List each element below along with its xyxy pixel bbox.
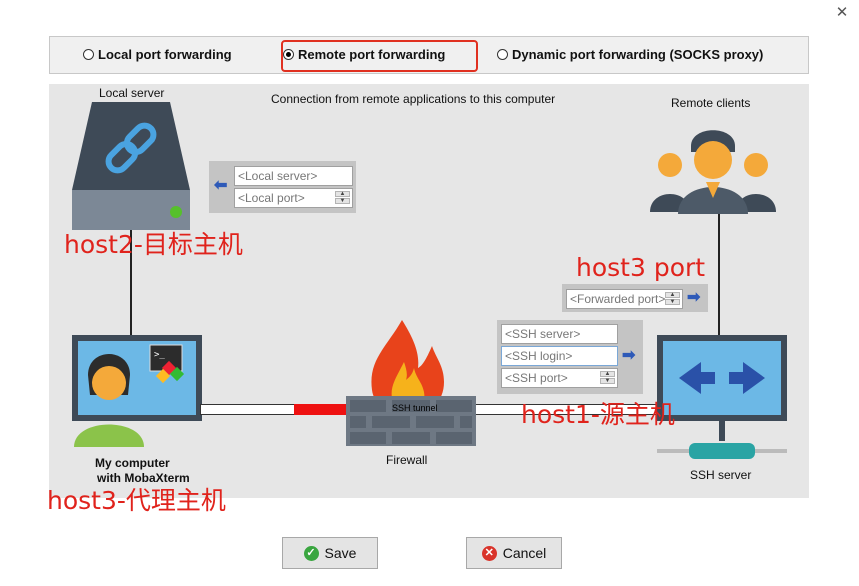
firewall-label: Firewall	[386, 453, 428, 467]
connector-line	[718, 213, 720, 335]
annotation-host2: host2-目标主机	[64, 230, 243, 259]
close-icon[interactable]: ✕	[834, 5, 850, 21]
radio-dot[interactable]	[497, 49, 508, 60]
local-server-label: Local server	[99, 86, 165, 100]
cancel-button-label: Cancel	[502, 545, 547, 561]
selection-highlight-box	[281, 40, 478, 72]
my-computer-icon: >_	[72, 335, 202, 447]
radio-local-forwarding[interactable]: Local port forwarding	[83, 47, 232, 62]
annotation-host3-port: host3 port	[576, 253, 706, 282]
arrow-left-icon: ⬅	[214, 177, 228, 194]
connection-caption: Connection from remote applications to t…	[271, 92, 556, 106]
users-group-icon	[650, 130, 776, 214]
ssh-login-input[interactable]: <SSH login>	[501, 346, 618, 366]
arrow-right-icon: ➡	[687, 289, 701, 306]
annotation-host1: host1-源主机	[521, 400, 675, 429]
ssh-port-placeholder: <SSH port>	[505, 371, 568, 385]
ssh-port-spinner[interactable]: ▲ ▼	[600, 371, 615, 385]
svg-text:>_: >_	[154, 350, 165, 360]
forwarded-port-placeholder: <Forwarded port>	[570, 292, 666, 306]
save-button-label: Save	[324, 545, 357, 561]
my-computer-label-line2: with MobaXterm	[97, 471, 190, 485]
annotation-host3: host3-代理主机	[47, 486, 226, 515]
forwarded-port-input[interactable]: <Forwarded port> ▲ ▼	[566, 289, 683, 309]
local-server-input[interactable]: <Local server>	[234, 166, 353, 186]
local-port-spinner[interactable]: ▲ ▼	[335, 191, 350, 205]
arrow-right-icon: ➡	[622, 347, 636, 364]
cancel-button[interactable]: ✕ Cancel	[466, 537, 562, 569]
local-port-placeholder: <Local port>	[238, 191, 305, 205]
save-button[interactable]: ✓ Save	[282, 537, 378, 569]
my-computer-label-line1: My computer	[95, 456, 170, 470]
radio-label: Local port forwarding	[98, 47, 232, 62]
radio-label: Dynamic port forwarding (SOCKS proxy)	[512, 47, 764, 62]
ssh-port-input[interactable]: <SSH port> ▲ ▼	[501, 368, 618, 388]
radio-dynamic-forwarding[interactable]: Dynamic port forwarding (SOCKS proxy)	[497, 47, 763, 62]
remote-clients-label: Remote clients	[671, 96, 751, 110]
ssh-server-input[interactable]: <SSH server>	[501, 324, 618, 344]
ssh-tunnel-label: SSH tunnel	[392, 403, 438, 413]
ssh-server-label: SSH server	[690, 468, 752, 482]
local-port-input[interactable]: <Local port> ▲ ▼	[234, 188, 353, 208]
ssh-server-icon	[657, 335, 787, 459]
firewall-icon	[346, 320, 476, 446]
forwarded-port-spinner[interactable]: ▲ ▼	[665, 292, 680, 306]
server-link-icon	[72, 102, 190, 230]
checkmark-icon: ✓	[303, 545, 319, 561]
radio-dot[interactable]	[83, 49, 94, 60]
cancel-x-icon: ✕	[481, 545, 497, 561]
